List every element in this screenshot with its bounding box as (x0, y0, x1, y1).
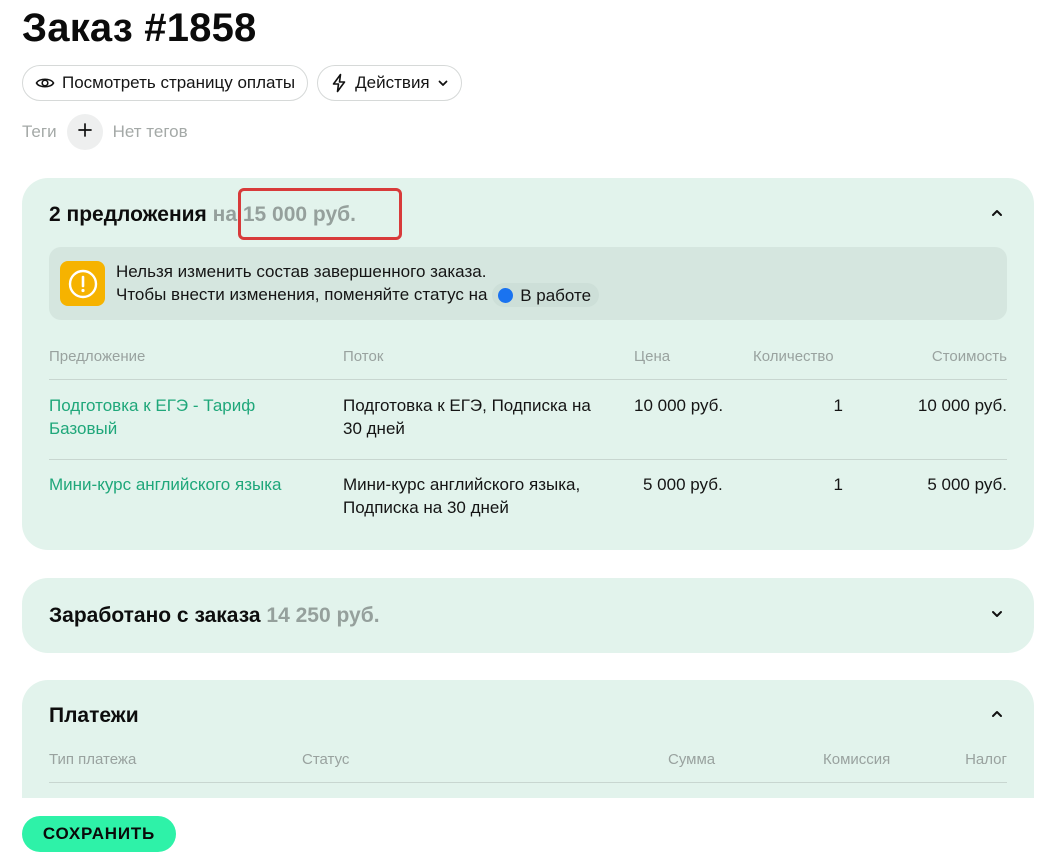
chevron-down-icon (437, 77, 449, 89)
table-row (49, 782, 1007, 792)
view-payment-page-button[interactable]: Посмотреть страницу оплаты (22, 65, 309, 101)
eye-icon (35, 73, 55, 93)
actions-dropdown-button[interactable]: Действия (317, 65, 462, 101)
col-qty-header: Количество (753, 348, 834, 365)
tags-row: Теги Нет тегов (22, 114, 188, 150)
warning-icon (60, 261, 105, 306)
price-cell: 5 000 руб. (643, 475, 723, 494)
offers-title: 2 предложения на 15 000 руб. (49, 203, 356, 227)
col-payment-tax-header: Налог (965, 751, 1007, 768)
payments-table: Тип платежа Статус Сумма Комиссия Налог (49, 751, 1007, 791)
qty-cell: 1 (833, 475, 843, 494)
collapse-offers-toggle[interactable] (987, 205, 1007, 225)
top-actions: Посмотреть страницу оплаты Действия (22, 65, 462, 101)
save-button[interactable]: СОХРАНИТЬ (22, 816, 176, 852)
earned-header: Заработано с заказа 14 250 руб. (49, 601, 1007, 631)
offer-link[interactable]: Подготовка к ЕГЭ - Тариф Базовый (49, 394, 299, 440)
earned-card[interactable]: Заработано с заказа 14 250 руб. (22, 578, 1034, 653)
lightning-icon (330, 73, 348, 93)
earned-label: Заработано с заказа (49, 604, 261, 627)
col-payment-amount-header: Сумма (668, 751, 716, 768)
col-payment-status-header: Статус (302, 751, 350, 768)
table-row: Мини-курс английского языка Мини-курс ан… (49, 459, 1007, 529)
notice-line-2: Чтобы внести изменения, поменяйте статус… (116, 283, 600, 308)
notice-text: Нельзя изменить состав завершенного зака… (116, 260, 600, 308)
offers-count: 2 предложения (49, 203, 207, 226)
cost-cell: 5 000 руб. (927, 475, 1007, 494)
offers-table: Предложение Поток Цена Количество Стоимо… (49, 348, 1007, 528)
collapse-payments-toggle[interactable] (987, 706, 1007, 726)
payments-header: Платежи (49, 701, 1007, 731)
cost-cell: 10 000 руб. (917, 396, 1007, 415)
qty-cell: 1 (833, 396, 843, 415)
col-price-header: Цена (634, 348, 671, 365)
earned-amount: 14 250 руб. (266, 604, 380, 627)
earned-title: Заработано с заказа 14 250 руб. (49, 604, 380, 628)
payments-title: Платежи (49, 704, 139, 727)
add-tag-button[interactable] (66, 114, 103, 150)
locked-order-notice: Нельзя изменить состав завершенного зака… (49, 247, 1007, 320)
status-dot-icon (498, 287, 514, 303)
offers-card: 2 предложения на 15 000 руб. Нельзя изме… (22, 178, 1034, 550)
plus-icon (77, 122, 93, 143)
col-cost-header: Стоимость (931, 348, 1007, 365)
col-stream-header: Поток (343, 348, 384, 365)
price-cell: 10 000 руб. (634, 396, 724, 415)
chevron-down-icon (990, 607, 1004, 626)
status-label: В работе (520, 285, 592, 305)
offers-header: 2 предложения на 15 000 руб. (49, 200, 1007, 230)
actions-label: Действия (355, 73, 430, 92)
offer-link[interactable]: Мини-курс английского языка (49, 473, 329, 496)
stream-cell: Подготовка к ЕГЭ, Подписка на 30 дней (343, 396, 591, 438)
expand-earned-toggle[interactable] (987, 606, 1007, 626)
notice-line-1: Нельзя изменить состав завершенного зака… (116, 261, 487, 281)
col-payment-fee-header: Комиссия (823, 751, 891, 768)
col-payment-type-header: Тип платежа (49, 751, 137, 768)
status-badge[interactable]: В работе (492, 283, 600, 308)
col-offer-header: Предложение (49, 348, 146, 365)
chevron-up-icon (990, 707, 1004, 726)
view-payment-page-label: Посмотреть страницу оплаты (62, 73, 296, 92)
bottom-bar: СОХРАНИТЬ (0, 798, 1055, 863)
stream-cell: Мини-курс английского языка, Подписка на… (343, 475, 581, 517)
chevron-up-icon (990, 206, 1004, 225)
tags-empty-text: Нет тегов (112, 122, 188, 141)
page-title: Заказ #1858 (22, 6, 257, 50)
notice-line-2-text: Чтобы внести изменения, поменяйте статус… (116, 284, 488, 304)
offers-total: на 15 000 руб. (212, 203, 356, 226)
table-row: Подготовка к ЕГЭ - Тариф Базовый Подгото… (49, 379, 1007, 459)
tags-label: Теги (22, 122, 57, 141)
